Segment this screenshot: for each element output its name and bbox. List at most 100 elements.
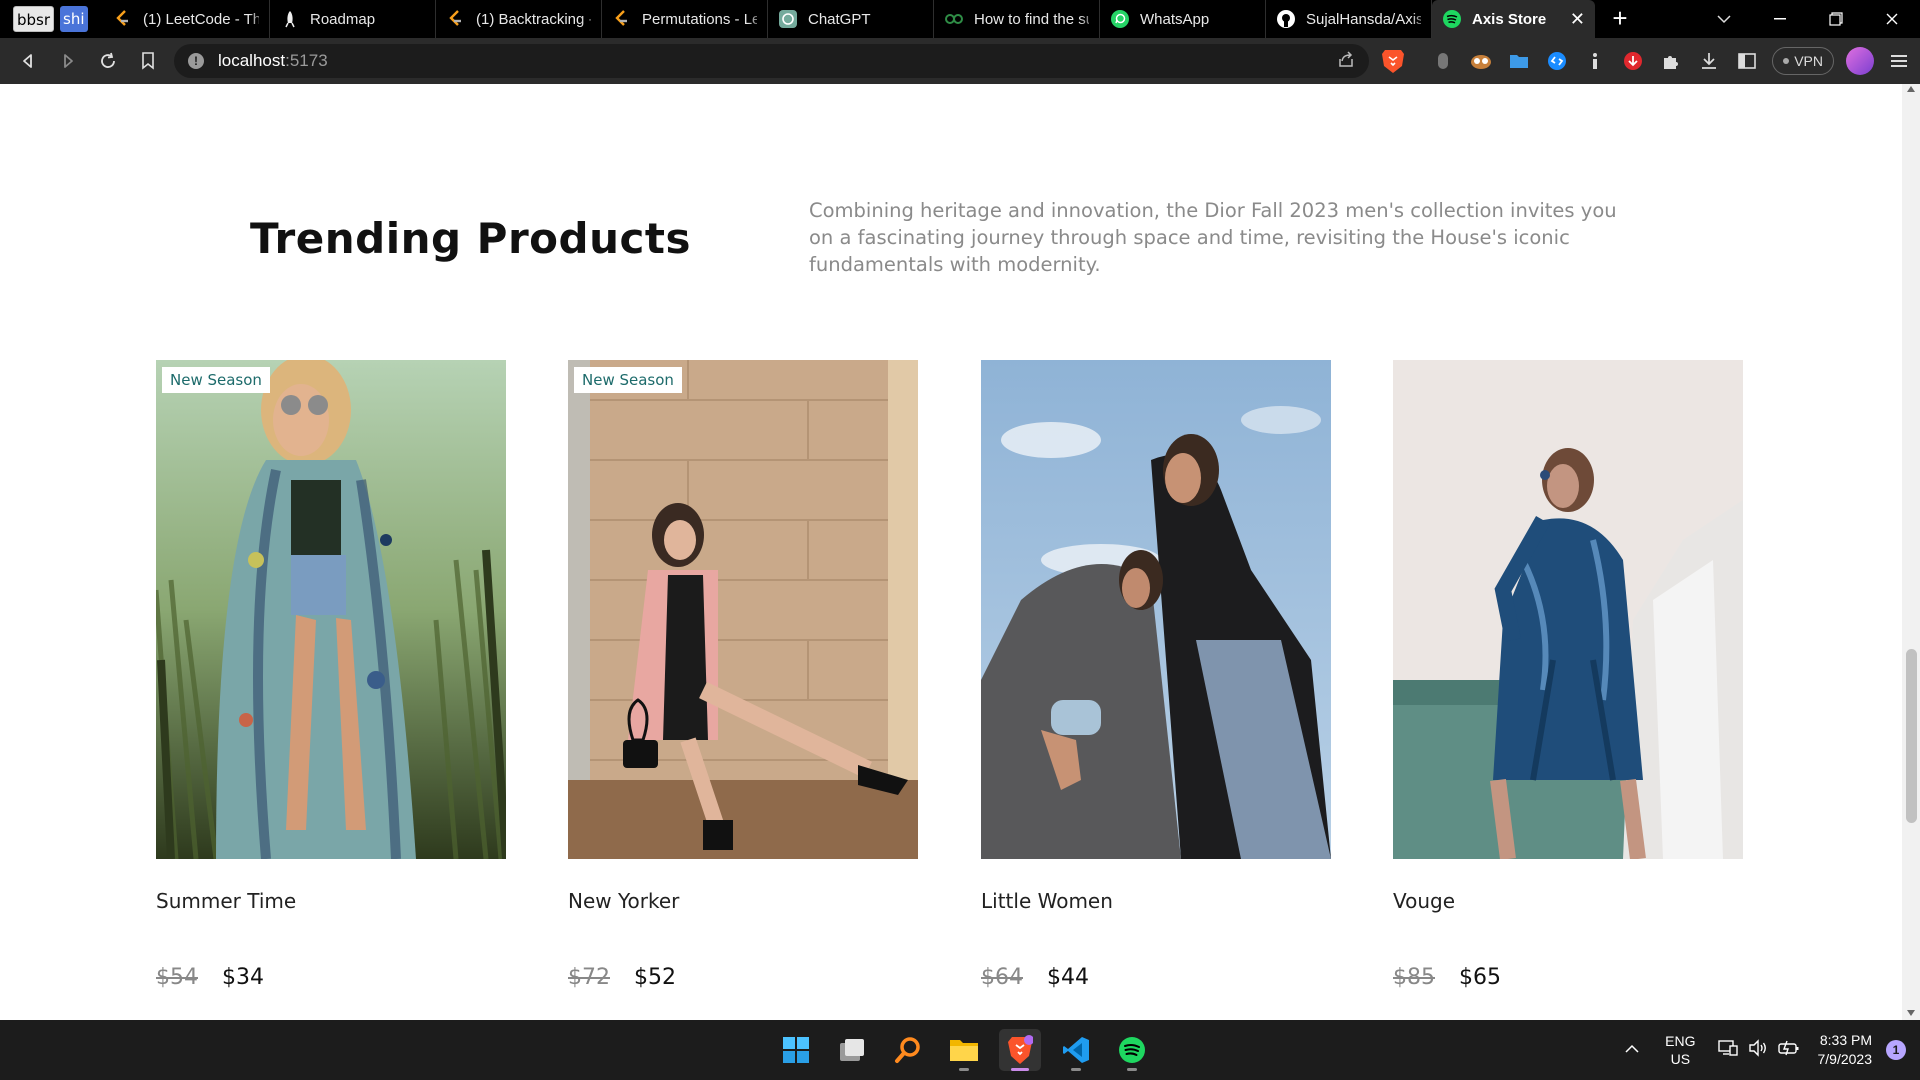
tab-axis-store[interactable]: Axis Store ✕ [1432,0,1595,38]
tab-geeksforgeeks[interactable]: How to find the su [934,0,1100,38]
github-icon [1276,9,1296,29]
product-prices: $72 $52 [568,965,918,990]
restore-icon[interactable] [1808,0,1864,38]
original-price: $64 [981,965,1023,990]
mouse-extension-icon[interactable] [1430,48,1456,74]
time: 8:33 PM [1819,1032,1872,1048]
geeksforgeeks-icon [944,9,964,29]
tab-chatgpt[interactable]: ChatGPT [768,0,934,38]
product-image-vouge[interactable] [1393,360,1743,859]
page-scrollbar[interactable] [1902,84,1920,1020]
clock[interactable]: 8:33 PM 7/9/2023 [1818,1031,1873,1069]
product-grid: New Season Summer Time $54 $34 New Seaso… [156,360,1743,1020]
network-icon [1717,1039,1738,1062]
share-icon[interactable] [1337,50,1355,73]
extensions-area: VPN [1430,38,1912,84]
back-icon[interactable] [8,41,48,81]
vpn-button[interactable]: VPN [1772,47,1834,75]
tab-search-chevron-icon[interactable] [1696,0,1752,38]
original-price: $85 [1393,965,1435,990]
search-icon[interactable] [887,1029,929,1071]
battery-icon [1777,1039,1800,1062]
minimize-icon[interactable] [1752,0,1808,38]
product-prices: $54 $34 [156,965,506,990]
pinned-tabs: bbsr shi [0,0,103,38]
product-name[interactable]: Vouge [1393,889,1743,913]
url-port: :5173 [285,51,328,70]
sale-price: $52 [634,965,676,990]
folder-extension-icon[interactable] [1506,48,1532,74]
forward-icon[interactable] [48,41,88,81]
system-icons[interactable] [1717,1038,1800,1062]
notification-badge[interactable]: 1 [1886,1040,1906,1060]
chatgpt-icon [778,9,798,29]
sale-price: $65 [1459,965,1501,990]
puzzle-extensions-icon[interactable] [1658,48,1684,74]
whatsapp-icon [1110,9,1130,29]
task-view-icon[interactable] [831,1029,873,1071]
downloads-icon[interactable] [1696,48,1722,74]
show-hidden-icons-chevron-icon[interactable] [1625,1041,1639,1059]
rocket-icon [280,9,300,29]
input-language[interactable]: ENG US [1665,1032,1695,1068]
download-manager-extension-icon[interactable] [1620,48,1646,74]
product-name[interactable]: New Yorker [568,889,918,913]
product-image-summer-time[interactable]: New Season [156,360,506,859]
spotify-icon[interactable] [1111,1029,1153,1071]
brave-shields-icon[interactable] [1381,48,1407,74]
product-prices: $64 $44 [981,965,1331,990]
profile-avatar[interactable] [1846,47,1874,75]
info-extension-icon[interactable] [1582,48,1608,74]
tab-permutations[interactable]: Permutations - Le [602,0,768,38]
site-info-icon[interactable]: ! [188,53,204,69]
product-card-little-women[interactable]: Little Women $64 $44 [981,360,1331,990]
reload-icon[interactable] [88,41,128,81]
product-card-summer-time[interactable]: New Season Summer Time $54 $34 [156,360,506,990]
pinned-tab-shi[interactable]: shi [60,6,88,32]
page-viewport: Trending Products Combining heritage and… [0,84,1920,1020]
pinned-tab-bbsr[interactable]: bbsr [13,6,55,32]
original-price: $54 [156,965,198,990]
tab-leetcode[interactable]: (1) LeetCode - The [103,0,270,38]
product-card-new-yorker[interactable]: New Season New Yorker $72 $52 [568,360,918,990]
new-tab-button[interactable]: + [1595,0,1645,38]
sidebar-icon[interactable] [1734,48,1760,74]
tab-whatsapp[interactable]: WhatsApp [1100,0,1266,38]
url-host: localhost [218,51,286,70]
system-tray: ENG US 8:33 PM 7/9/2023 1 [1625,1020,1920,1080]
sale-price: $34 [222,965,264,990]
menu-icon[interactable] [1886,48,1912,74]
close-window-icon[interactable] [1864,0,1920,38]
product-card-vouge[interactable]: Vouge $85 $65 [1393,360,1743,990]
date: 7/9/2023 [1817,1051,1873,1067]
tab-github[interactable]: SujalHansda/Axis- [1266,0,1432,38]
product-image-little-women[interactable] [981,360,1331,859]
brave-browser-icon[interactable] [999,1029,1041,1071]
windows-taskbar: ENG US 8:33 PM 7/9/2023 1 [0,1020,1920,1080]
start-icon[interactable] [775,1029,817,1071]
close-tab-icon[interactable]: ✕ [1560,9,1585,30]
sale-price: $44 [1047,965,1089,990]
product-image-new-yorker[interactable]: New Season [568,360,918,859]
leetcode-icon [113,9,133,29]
owl-extension-icon[interactable] [1468,48,1494,74]
file-explorer-icon[interactable] [943,1029,985,1071]
scroll-down-icon[interactable] [1907,1010,1915,1016]
address-bar[interactable]: ! localhost:5173 [174,44,1369,78]
new-season-badge: New Season [574,367,682,393]
scroll-up-icon[interactable] [1907,86,1915,92]
leetcode-icon [612,9,632,29]
product-name[interactable]: Summer Time [156,889,506,913]
shazam-extension-icon[interactable] [1544,48,1570,74]
tab-backtracking[interactable]: (1) Backtracking - [436,0,602,38]
scrollbar-thumb[interactable] [1906,649,1917,823]
volume-icon [1748,1038,1768,1062]
product-name[interactable]: Little Women [981,889,1331,913]
window-controls [1696,0,1920,38]
bookmark-icon[interactable] [128,41,168,81]
tab-roadmap[interactable]: Roadmap [270,0,436,38]
new-season-badge: New Season [162,367,270,393]
product-prices: $85 $65 [1393,965,1743,990]
vscode-icon[interactable] [1055,1029,1097,1071]
browser-tab-strip: bbsr shi (1) LeetCode - The Roadmap (1) … [0,0,1920,38]
